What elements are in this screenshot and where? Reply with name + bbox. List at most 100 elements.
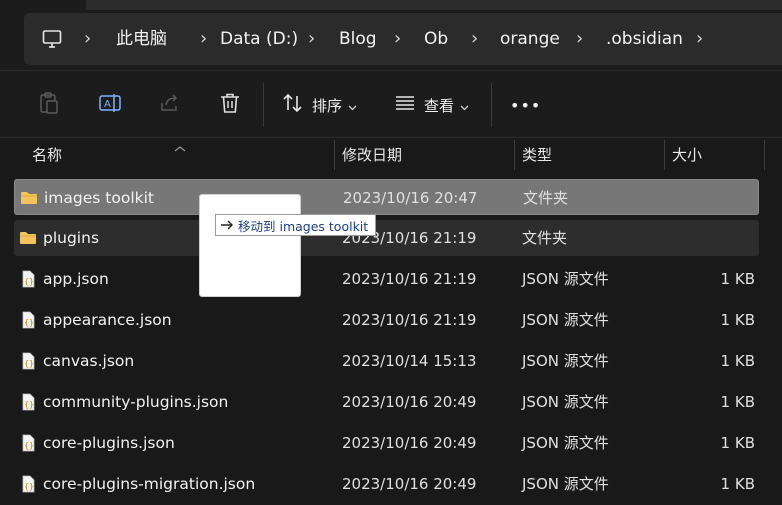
sort-button[interactable]: 排序 <box>282 91 357 119</box>
rename-button[interactable]: A <box>98 91 122 119</box>
file-type: JSON 源文件 <box>522 475 609 493</box>
folder-icon <box>19 229 37 247</box>
file-name: canvas.json <box>43 352 135 370</box>
file-modified: 2023/10/16 20:49 <box>342 475 477 493</box>
svg-text:{}: {} <box>24 277 34 286</box>
svg-text:{}: {} <box>24 482 34 491</box>
arrow-right-icon <box>220 216 234 235</box>
file-modified: 2023/10/16 21:19 <box>342 311 477 329</box>
chevron-right-icon[interactable]: › <box>471 27 478 51</box>
file-type: JSON 源文件 <box>522 270 609 288</box>
breadcrumb: › 此电脑 › Data (D:) › Blog › Ob › orange ›… <box>24 13 782 65</box>
file-row[interactable]: images toolkit 2023/10/16 20:47 文件夹 <box>14 179 759 215</box>
column-header-row: 名称 修改日期 类型 大小 <box>0 138 782 173</box>
drag-tooltip-text: 移动到 images toolkit <box>238 218 369 234</box>
chevron-right-icon[interactable]: › <box>84 27 91 51</box>
file-size: 1 KB <box>720 270 755 288</box>
sort-label: 排序 <box>312 96 343 115</box>
file-row[interactable]: {} canvas.json 2023/10/14 15:13 JSON 源文件… <box>14 343 759 379</box>
file-type: JSON 源文件 <box>522 352 609 370</box>
json-file-icon: {} <box>19 475 37 493</box>
json-file-icon: {} <box>19 270 37 288</box>
column-divider[interactable] <box>514 140 515 170</box>
share-icon <box>158 91 182 119</box>
rename-icon: A <box>98 91 122 119</box>
file-size: 1 KB <box>720 475 755 493</box>
chevron-right-icon[interactable]: › <box>200 27 207 51</box>
file-size: 1 KB <box>720 352 755 370</box>
file-type: 文件夹 <box>522 229 568 247</box>
json-file-icon: {} <box>19 393 37 411</box>
file-name: plugins <box>43 229 100 247</box>
file-modified: 2023/10/16 20:49 <box>342 393 477 411</box>
file-row[interactable]: {} core-plugins.json 2023/10/16 20:49 JS… <box>14 425 759 461</box>
file-type: JSON 源文件 <box>522 311 609 329</box>
breadcrumb-item-this-pc[interactable]: 此电脑 <box>116 27 167 51</box>
file-row[interactable]: {} app.json 2023/10/16 21:19 JSON 源文件 1 … <box>14 261 759 297</box>
file-name: core-plugins-migration.json <box>43 475 256 493</box>
file-type: JSON 源文件 <box>522 393 609 411</box>
sort-ascending-icon <box>174 138 186 157</box>
tab-strip-edge <box>86 0 782 10</box>
column-divider[interactable] <box>334 140 335 170</box>
column-header-type[interactable]: 类型 <box>522 138 552 173</box>
json-file-icon: {} <box>19 434 37 452</box>
column-divider[interactable] <box>764 140 765 170</box>
file-size: 1 KB <box>720 434 755 452</box>
file-modified: 2023/10/16 20:47 <box>343 189 478 207</box>
file-type: 文件夹 <box>523 189 569 207</box>
column-header-modified[interactable]: 修改日期 <box>342 138 402 173</box>
file-modified: 2023/10/16 20:49 <box>342 434 477 452</box>
file-type: JSON 源文件 <box>522 434 609 452</box>
breadcrumb-item-data-drive[interactable]: Data (D:) <box>220 27 298 51</box>
file-size: 1 KB <box>720 311 755 329</box>
svg-text:{}: {} <box>24 318 34 327</box>
column-divider[interactable] <box>664 140 665 170</box>
file-name: appearance.json <box>43 311 172 329</box>
svg-text:{}: {} <box>24 441 34 450</box>
json-file-icon: {} <box>19 311 37 329</box>
file-name: app.json <box>43 270 109 288</box>
chevron-right-icon[interactable]: › <box>394 27 401 51</box>
more-icon: ••• <box>510 95 542 115</box>
clipboard-paste-icon <box>38 91 60 119</box>
chevron-right-icon[interactable]: › <box>308 27 315 51</box>
sort-icon <box>282 92 304 118</box>
file-size: 1 KB <box>720 393 755 411</box>
svg-text:{}: {} <box>24 400 34 409</box>
file-row[interactable]: {} community-plugins.json 2023/10/16 20:… <box>14 384 759 420</box>
breadcrumb-item-orange[interactable]: orange <box>500 27 560 51</box>
breadcrumb-item-obsidian[interactable]: .obsidian <box>606 27 683 51</box>
column-header-size[interactable]: 大小 <box>672 138 702 173</box>
file-row[interactable]: plugins 2023/10/16 21:19 文件夹 <box>14 220 759 256</box>
view-icon <box>394 92 416 118</box>
column-header-name[interactable]: 名称 <box>32 138 62 173</box>
share-button[interactable] <box>158 91 182 119</box>
file-name: community-plugins.json <box>43 393 229 411</box>
address-bar[interactable]: › 此电脑 › Data (D:) › Blog › Ob › orange ›… <box>24 13 782 65</box>
folder-icon <box>20 189 38 207</box>
file-modified: 2023/10/14 15:13 <box>342 352 477 370</box>
breadcrumb-item-blog[interactable]: Blog <box>339 27 377 51</box>
file-modified: 2023/10/16 21:19 <box>342 270 477 288</box>
command-bar: A 排序 查看 ••• <box>0 70 782 138</box>
chevron-down-icon <box>460 96 469 115</box>
json-file-icon: {} <box>19 352 37 370</box>
svg-text:A: A <box>104 99 111 110</box>
computer-icon[interactable] <box>42 29 62 49</box>
file-name: images toolkit <box>44 189 154 207</box>
more-button[interactable]: ••• <box>510 91 541 119</box>
chevron-right-icon[interactable]: › <box>696 27 703 51</box>
svg-text:{}: {} <box>24 359 34 368</box>
delete-button[interactable] <box>219 91 241 119</box>
file-name: core-plugins.json <box>43 434 175 452</box>
breadcrumb-item-ob[interactable]: Ob <box>424 27 448 51</box>
file-row[interactable]: {} appearance.json 2023/10/16 21:19 JSON… <box>14 302 759 338</box>
chevron-right-icon[interactable]: › <box>576 27 583 51</box>
view-button[interactable]: 查看 <box>394 91 469 119</box>
file-row[interactable]: {} core-plugins-migration.json 2023/10/1… <box>14 466 759 502</box>
view-label: 查看 <box>424 96 455 115</box>
file-explorer-window: › 此电脑 › Data (D:) › Blog › Ob › orange ›… <box>0 0 782 505</box>
drag-preview <box>199 194 301 297</box>
paste-button[interactable] <box>38 91 60 119</box>
